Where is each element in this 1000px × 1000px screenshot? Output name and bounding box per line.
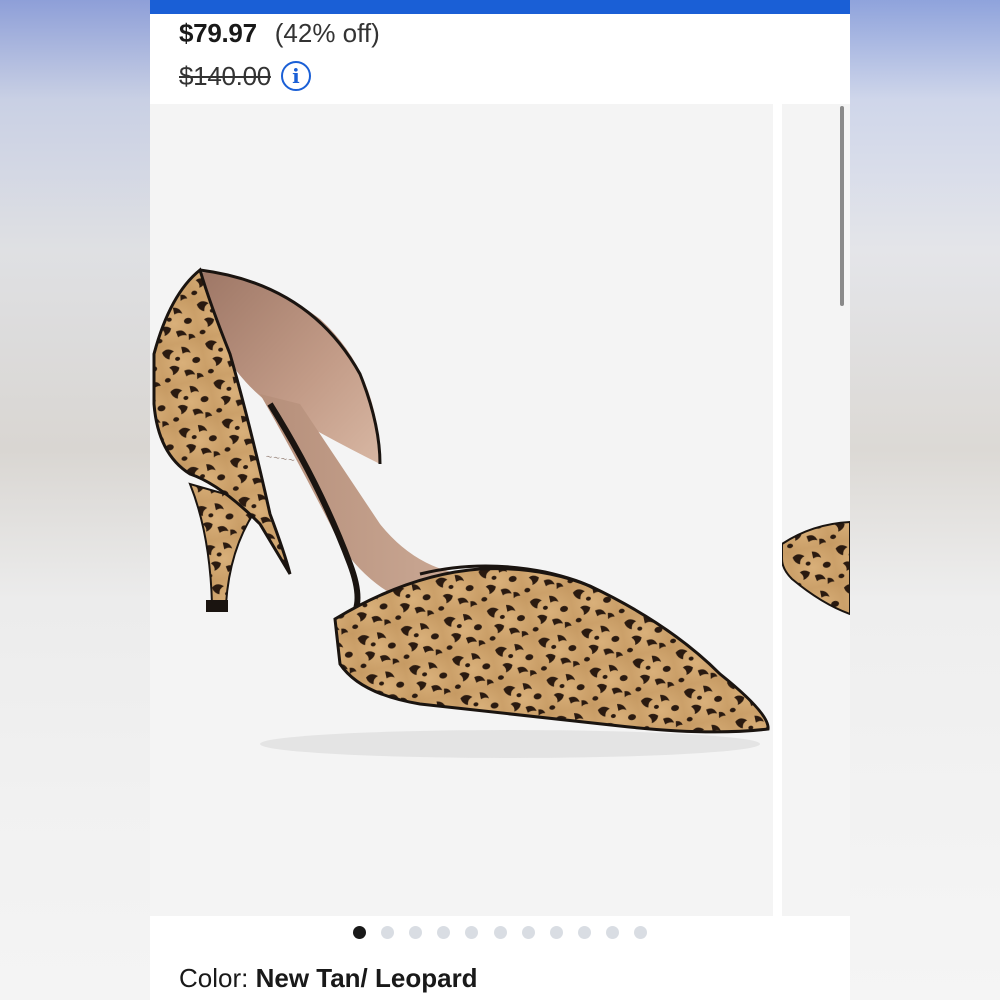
scrollbar[interactable] [840, 106, 844, 306]
carousel-dot[interactable] [408, 925, 422, 939]
carousel-dot[interactable] [521, 925, 535, 939]
carousel-dot[interactable] [380, 925, 394, 939]
original-price-row: $140.00 i [179, 58, 311, 94]
background-left [0, 0, 150, 1000]
current-price: $79.97 [179, 18, 257, 48]
original-price: $140.00 [179, 60, 271, 91]
carousel-dot[interactable] [606, 925, 620, 939]
discount-percent: (42% off) [274, 18, 380, 48]
price-row: $79.97 (42% off) [179, 18, 380, 50]
info-icon[interactable]: i [280, 61, 311, 91]
carousel-dot[interactable] [493, 925, 507, 939]
svg-text:~~~~: ~~~~ [265, 452, 296, 466]
carousel-dot[interactable] [465, 925, 479, 939]
color-label: Color: [179, 963, 256, 993]
carousel-dot[interactable] [352, 925, 366, 939]
product-image-main[interactable]: ~~~~ [150, 104, 773, 916]
color-selection: Color: New Tan/ Leopard [179, 963, 478, 994]
carousel-dot[interactable] [634, 925, 648, 939]
product-page: $79.97 (42% off) $140.00 i ~~~~ Color: N… [150, 0, 850, 1000]
carousel-dot[interactable] [549, 925, 563, 939]
color-value: New Tan/ Leopard [255, 963, 478, 993]
image-carousel[interactable]: ~~~~ [150, 104, 850, 918]
carousel-dot[interactable] [578, 925, 592, 939]
top-bar [150, 0, 850, 14]
shoe-image: ~~~~ [152, 267, 770, 758]
carousel-dot[interactable] [437, 925, 451, 939]
background-right [850, 0, 1000, 1000]
carousel-indicator [150, 922, 850, 942]
